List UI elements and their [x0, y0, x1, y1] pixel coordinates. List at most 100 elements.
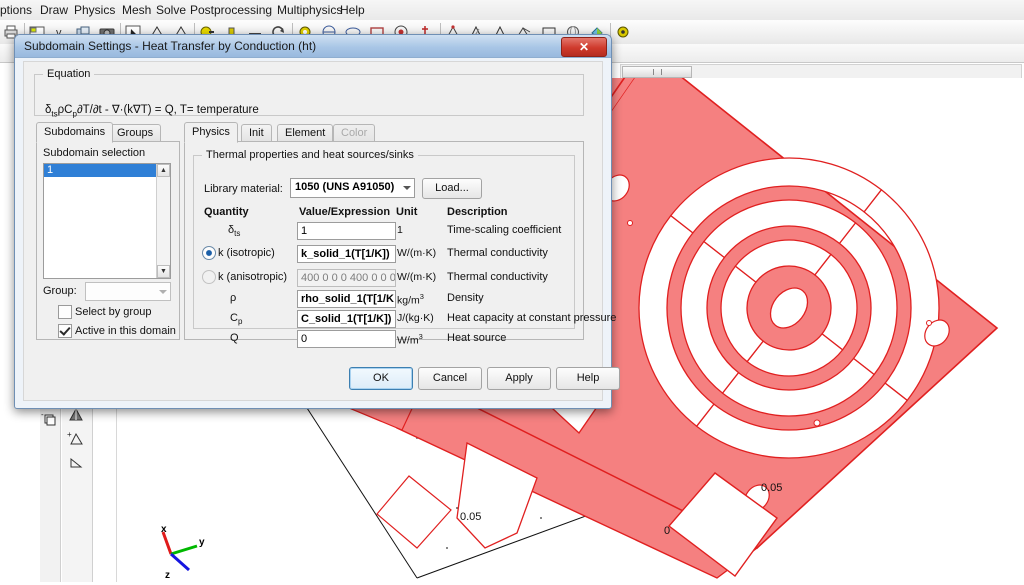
axis-tick-x-0: 0 — [664, 525, 671, 537]
chevron-down-icon — [159, 290, 167, 294]
rho-value-text: rho_solid_1(T[1/K — [301, 293, 394, 305]
mesh-plot-icon[interactable] — [67, 453, 85, 471]
k-isotropic-radio[interactable] — [202, 246, 216, 260]
row-quantity-dts: δts — [228, 224, 241, 239]
q-value-text: 0 — [301, 333, 308, 345]
k-isotropic-label: k (isotropic) — [218, 247, 275, 259]
axis-label-y: y — [199, 537, 205, 548]
thermal-properties-legend: Thermal properties and heat sources/sink… — [206, 149, 414, 161]
library-material-value: 1050 (UNS A91050) — [295, 181, 395, 193]
k-anisotropic-description: Thermal conductivity — [447, 271, 548, 283]
mesh-add-icon[interactable]: + — [67, 430, 85, 448]
group-dropdown[interactable] — [85, 282, 171, 301]
right-tabstrip: Physics Init Element Color — [184, 122, 584, 143]
menu-item-solve[interactable]: Solve — [152, 3, 190, 17]
menu-item-physics[interactable]: Physics — [70, 3, 119, 17]
subdomains-panel: Subdomain selection 1 ▲ ▼ Group: Select … — [36, 141, 180, 340]
tab-element[interactable]: Element — [277, 124, 334, 142]
chevron-down-icon — [403, 186, 411, 190]
row-quantity-q: Q — [230, 332, 239, 344]
q-description: Heat source — [447, 332, 507, 344]
tab-init[interactable]: Init — [241, 124, 272, 142]
help-button[interactable]: Help — [556, 367, 620, 390]
axis-label-x: x — [161, 524, 167, 535]
diamond-cutout-3 — [376, 475, 452, 549]
dts-value-text: 1 — [301, 225, 308, 237]
close-icon[interactable]: ✕ — [561, 37, 607, 57]
solver-params-icon[interactable] — [614, 23, 632, 41]
axis-tick-x-005: 0.05 — [761, 482, 783, 494]
subdomain-settings-dialog[interactable]: Subdomain Settings - Heat Transfer by Co… — [14, 34, 620, 409]
list-vertical-scrollbar[interactable]: ▲ ▼ — [156, 164, 170, 278]
q-value-input[interactable]: 0 — [297, 330, 396, 348]
scroll-down-icon[interactable]: ▼ — [157, 265, 170, 278]
left-tool-rail-inner: + — [62, 380, 93, 582]
menu-item-postprocessing[interactable]: Postprocessing — [186, 3, 276, 17]
svg-text:+: + — [67, 430, 72, 439]
row-quantity-cp: Cp — [230, 312, 243, 327]
axis-tick-y-005: 0.05 — [460, 511, 482, 523]
rho-unit: kg/m3 — [397, 292, 424, 307]
column-header-quantity: Quantity — [204, 206, 249, 218]
library-material-label: Library material: — [204, 183, 283, 195]
menu-item-mesh[interactable]: Mesh — [118, 3, 155, 17]
k-anisotropic-radio[interactable] — [202, 270, 216, 284]
apply-button[interactable]: Apply — [487, 367, 551, 390]
load-button[interactable]: Load... — [422, 178, 482, 199]
dialog-body: Equation δtsρCp∂T/∂t - ∇·(k∇T) = Q, T= t… — [23, 61, 620, 401]
left-tool-rail-outer: + - — [40, 380, 61, 582]
scroll-up-icon[interactable]: ▲ — [157, 164, 170, 177]
subdomain-selection-label: Subdomain selection — [43, 147, 146, 159]
k-isotropic-unit: W/(m·K) — [397, 247, 437, 259]
active-in-domain-label: Active in this domain — [75, 325, 176, 337]
dts-unit: 1 — [397, 224, 403, 236]
k-anisotropic-unit: W/(m·K) — [397, 271, 437, 283]
dialog-title: Subdomain Settings - Heat Transfer by Co… — [24, 39, 317, 53]
ok-button[interactable]: OK — [349, 367, 413, 390]
cp-unit: J/(kg·K) — [397, 312, 434, 324]
svg-text:-: - — [41, 410, 44, 419]
left-tabstrip: Subdomains Groups — [36, 122, 176, 143]
equation-group: Equation δtsρCp∂T/∂t - ∇·(k∇T) = Q, T= t… — [34, 68, 584, 119]
menu-bar: ptions Draw Physics Mesh Solve Postproce… — [0, 0, 1024, 21]
rho-description: Density — [447, 292, 484, 304]
library-material-dropdown[interactable]: 1050 (UNS A91050) — [290, 178, 415, 198]
scrollbar-thumb[interactable] — [622, 66, 692, 78]
column-header-description: Description — [447, 206, 508, 218]
rho-value-input[interactable]: rho_solid_1(T[1/K — [297, 290, 396, 308]
list-item[interactable]: 1 — [44, 164, 157, 177]
k-anisotropic-input: 400 0 0 0 400 0 0 0 4 — [297, 269, 396, 287]
physics-panel: Thermal properties and heat sources/sink… — [184, 141, 616, 348]
select-by-group-label: Select by group — [75, 306, 152, 318]
column-header-value: Value/Expression — [299, 206, 391, 218]
k-anisotropic-label: k (anisotropic) — [218, 271, 288, 283]
group-label: Group: — [43, 285, 77, 297]
k-isotropic-value: k_solid_1(T[1/K]) — [301, 248, 390, 260]
menu-item-help[interactable]: Help — [336, 3, 369, 17]
tab-subdomains[interactable]: Subdomains — [36, 122, 114, 143]
menu-item-draw[interactable]: Draw — [36, 3, 72, 17]
cp-value-input[interactable]: C_solid_1(T[1/K]) — [297, 310, 396, 328]
axis-label-z: z — [165, 570, 170, 581]
tab-color: Color — [333, 124, 376, 142]
active-in-domain-checkbox[interactable] — [58, 324, 72, 338]
dts-value-input[interactable]: 1 — [297, 222, 396, 240]
select-by-group-checkbox[interactable] — [58, 305, 72, 319]
k-isotropic-description: Thermal conductivity — [447, 247, 548, 259]
tab-groups[interactable]: Groups — [109, 124, 162, 142]
k-anisotropic-value: 400 0 0 0 400 0 0 0 4 — [301, 272, 396, 284]
cp-value-text: C_solid_1(T[1/K]) — [301, 313, 392, 325]
dts-description: Time-scaling coefficient — [447, 224, 562, 236]
column-header-unit: Unit — [396, 206, 418, 218]
k-isotropic-input[interactable]: k_solid_1(T[1/K]) — [297, 245, 396, 263]
tab-physics[interactable]: Physics — [184, 122, 238, 143]
remove-subdomain-icon[interactable]: - — [41, 410, 59, 428]
subdomain-list[interactable]: 1 ▲ ▼ — [43, 163, 171, 279]
menu-item-options[interactable]: ptions — [0, 3, 36, 17]
row-quantity-rho: ρ — [230, 292, 237, 304]
cancel-button[interactable]: Cancel — [418, 367, 482, 390]
dialog-title-bar[interactable]: Subdomain Settings - Heat Transfer by Co… — [15, 35, 611, 58]
cp-description: Heat capacity at constant pressure — [447, 312, 617, 324]
thermal-properties-group: Thermal properties and heat sources/sink… — [193, 149, 616, 348]
equation-text: δtsρCp∂T/∂t - ∇·(k∇T) = Q, T= temperatur… — [45, 104, 259, 119]
